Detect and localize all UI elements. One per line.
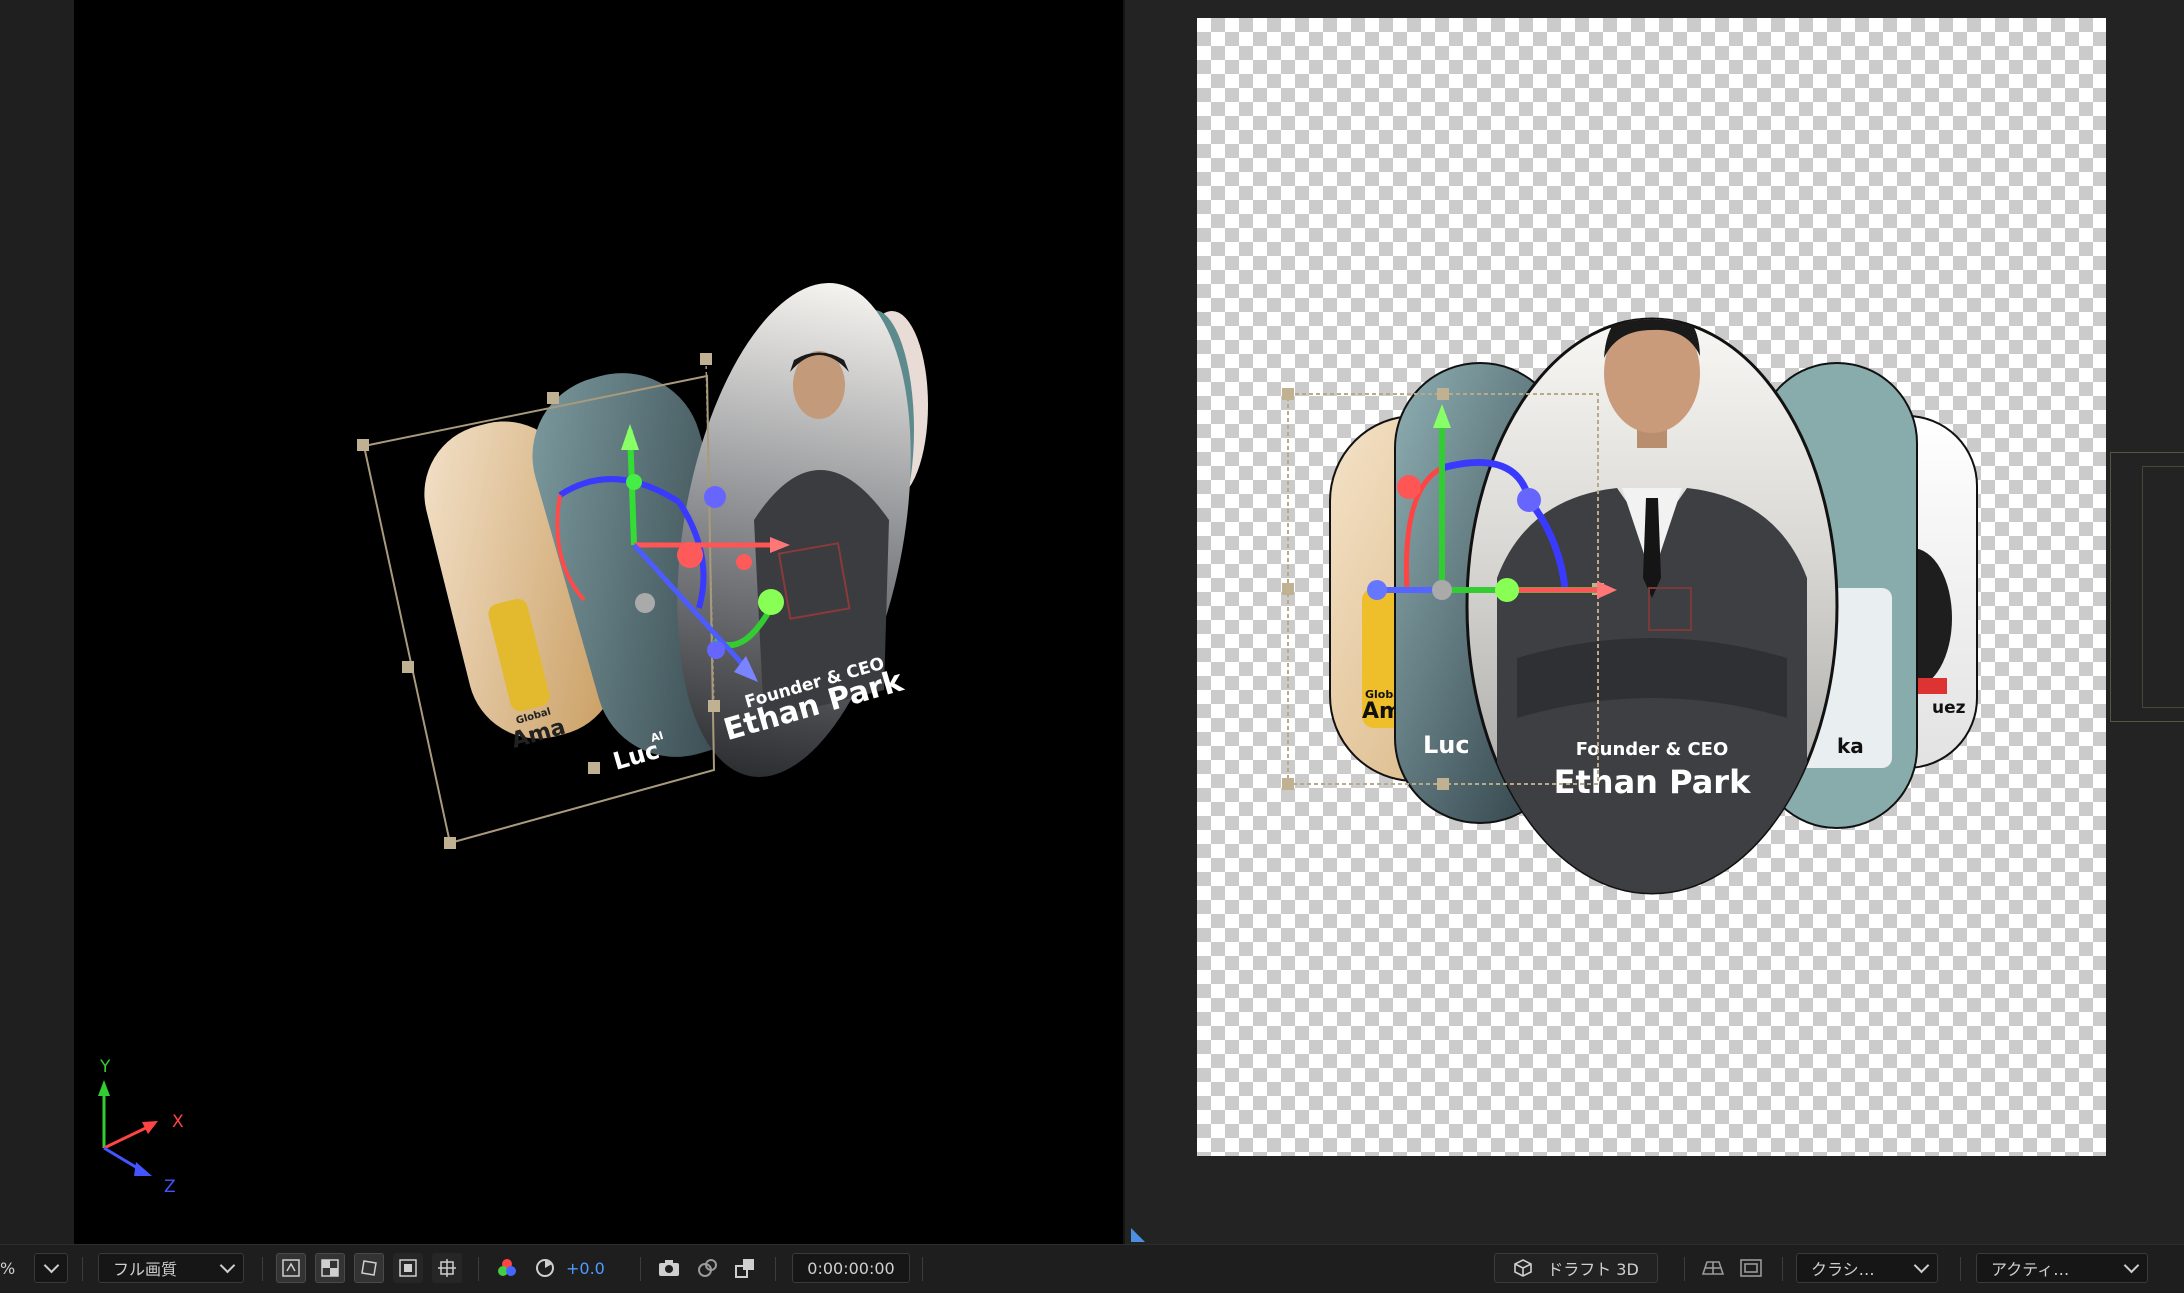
view-layout-dropdown[interactable]: クラシ… (1796, 1253, 1938, 1283)
zoom-level[interactable]: % (0, 1253, 18, 1283)
divider (478, 1257, 479, 1281)
main-flat-name: Ethan Park (1554, 763, 1751, 801)
axis-indicator: Y X Z (98, 1057, 184, 1197)
current-time-field[interactable]: 0:00:00:00 (792, 1253, 910, 1283)
bbox-handle[interactable] (1437, 778, 1449, 790)
divider (640, 1257, 641, 1281)
bbox-handle[interactable] (700, 353, 712, 365)
camera-view-label: アクティ… (1991, 1260, 2070, 1279)
layers-icon (735, 1259, 754, 1278)
viewer-toolbar: % フル画質 +0.0 0:00:00:00 ドラフト 3D クラシ… アクティ… (0, 1244, 2184, 1293)
view-options-icon (1740, 1259, 1762, 1277)
divider (82, 1257, 83, 1281)
right-teal-name: ka (1837, 734, 1864, 758)
bbox-handle[interactable] (708, 700, 720, 712)
divider (1960, 1257, 1961, 1281)
canvas-scene: uez ka Global Ama Luc Founder & CEO Etha… (1282, 317, 1978, 895)
chevron-down-icon (219, 1257, 236, 1273)
timecode-label: 0:00:00:00 (807, 1258, 895, 1278)
draft-3d-icon (1514, 1259, 1533, 1277)
mask-path-icon (361, 1260, 377, 1276)
resolution-dropdown[interactable]: フル画質 (98, 1253, 244, 1283)
grid-guides-button[interactable] (432, 1253, 462, 1283)
camera-icon (659, 1260, 679, 1276)
view-options-button[interactable] (1736, 1253, 1766, 1283)
chevron-down-icon (1913, 1257, 1930, 1273)
bbox-handle[interactable] (547, 392, 559, 404)
fast-preview-icon (282, 1259, 300, 1277)
chevron-down-icon (43, 1257, 59, 1273)
renderer-label: ドラフト 3D (1547, 1260, 1639, 1279)
left-gutter (0, 0, 74, 1244)
reset-exposure-button[interactable] (530, 1253, 560, 1283)
rgb-channels-icon (498, 1259, 516, 1276)
bbox-handle[interactable] (402, 661, 414, 673)
axis-y-label: Y (99, 1057, 111, 1077)
bbox-handle[interactable] (1282, 388, 1294, 400)
channel-button[interactable] (492, 1253, 522, 1283)
exposure-value[interactable]: +0.0 (566, 1253, 616, 1283)
divider (1684, 1257, 1685, 1281)
extended-viewer-button[interactable] (1698, 1253, 1728, 1283)
exposure-value-label: +0.0 (566, 1258, 605, 1278)
bbox-handle[interactable] (357, 439, 369, 451)
snapshot-button[interactable] (654, 1253, 684, 1283)
chevron-down-icon (2123, 1257, 2140, 1273)
divider (262, 1257, 263, 1281)
renderer-button[interactable]: ドラフト 3D (1494, 1253, 1658, 1283)
divider (922, 1257, 923, 1281)
bbox-handle[interactable] (1437, 388, 1449, 400)
axis-z-label: Z (164, 1177, 176, 1197)
bbox-handle[interactable] (1282, 583, 1294, 595)
show-snapshot-icon (698, 1259, 717, 1277)
fast-preview-button[interactable] (276, 1253, 306, 1283)
view-layout-label: クラシ… (1811, 1260, 1875, 1279)
bbox-handle[interactable] (444, 837, 456, 849)
camera-view-dropdown[interactable]: アクティ… (1976, 1253, 2148, 1283)
resolution-toggle-button[interactable] (730, 1253, 760, 1283)
custom-3d-view[interactable]: Founder & CEO Ethan Park AI Luc Global A… (74, 0, 1123, 1244)
transparency-grid-icon (321, 1259, 339, 1277)
perspective-scene: Founder & CEO Ethan Park AI Luc Global A… (98, 283, 928, 1197)
ground-plane-icon (1702, 1261, 1724, 1275)
region-of-interest-button[interactable] (393, 1253, 423, 1283)
left-teal-name: Luc (610, 736, 663, 776)
right-far-name: uez (1932, 698, 1966, 718)
transparency-grid-button[interactable] (315, 1253, 345, 1283)
divider (775, 1257, 776, 1281)
resolution-label: フル画質 (113, 1260, 178, 1279)
axis-x-label: X (172, 1112, 184, 1132)
show-snapshot-button[interactable] (692, 1253, 722, 1283)
grid-guides-icon (438, 1259, 456, 1277)
panel-corner-marker (1131, 1228, 1145, 1242)
divider (1782, 1257, 1783, 1281)
panel-frame (2142, 466, 2184, 708)
zoom-dropdown[interactable] (34, 1253, 68, 1283)
left-teal-flat-name: Luc (1423, 731, 1470, 759)
bbox-handle[interactable] (1282, 778, 1294, 790)
zoom-suffix: % (0, 1258, 16, 1278)
region-of-interest-icon (399, 1259, 417, 1277)
exposure-icon (536, 1259, 554, 1277)
bbox-handle[interactable] (588, 762, 600, 774)
mask-path-button[interactable] (354, 1253, 384, 1283)
